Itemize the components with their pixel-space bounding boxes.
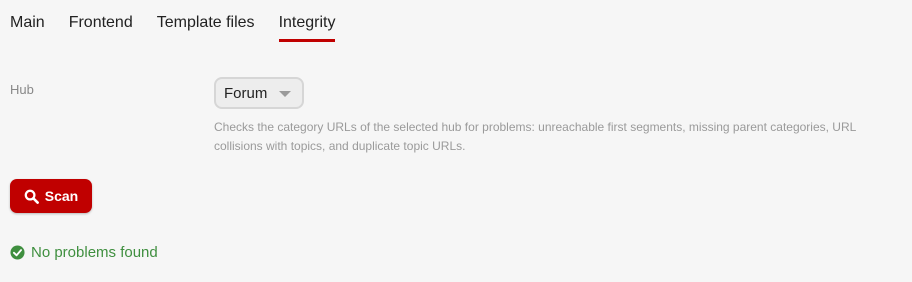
status-text: No problems found [31, 244, 158, 261]
tab-main[interactable]: Main [10, 14, 45, 42]
chevron-down-icon [279, 91, 291, 97]
scan-button-label: Scan [44, 188, 79, 204]
hub-select-value: Forum [224, 84, 268, 102]
status-message: No problems found [10, 244, 158, 261]
hub-label: Hub [10, 82, 34, 97]
search-icon [24, 189, 39, 204]
tab-integrity[interactable]: Integrity [278, 14, 335, 42]
check-circle-icon [10, 245, 25, 260]
hub-select[interactable]: Forum [214, 77, 304, 109]
tab-bar: Main Frontend Template files Integrity [10, 14, 359, 42]
scan-button[interactable]: Scan [10, 179, 92, 213]
hub-hint: Checks the category URLs of the selected… [214, 120, 856, 153]
tab-template-files[interactable]: Template files [157, 14, 255, 42]
tab-frontend[interactable]: Frontend [69, 14, 133, 42]
